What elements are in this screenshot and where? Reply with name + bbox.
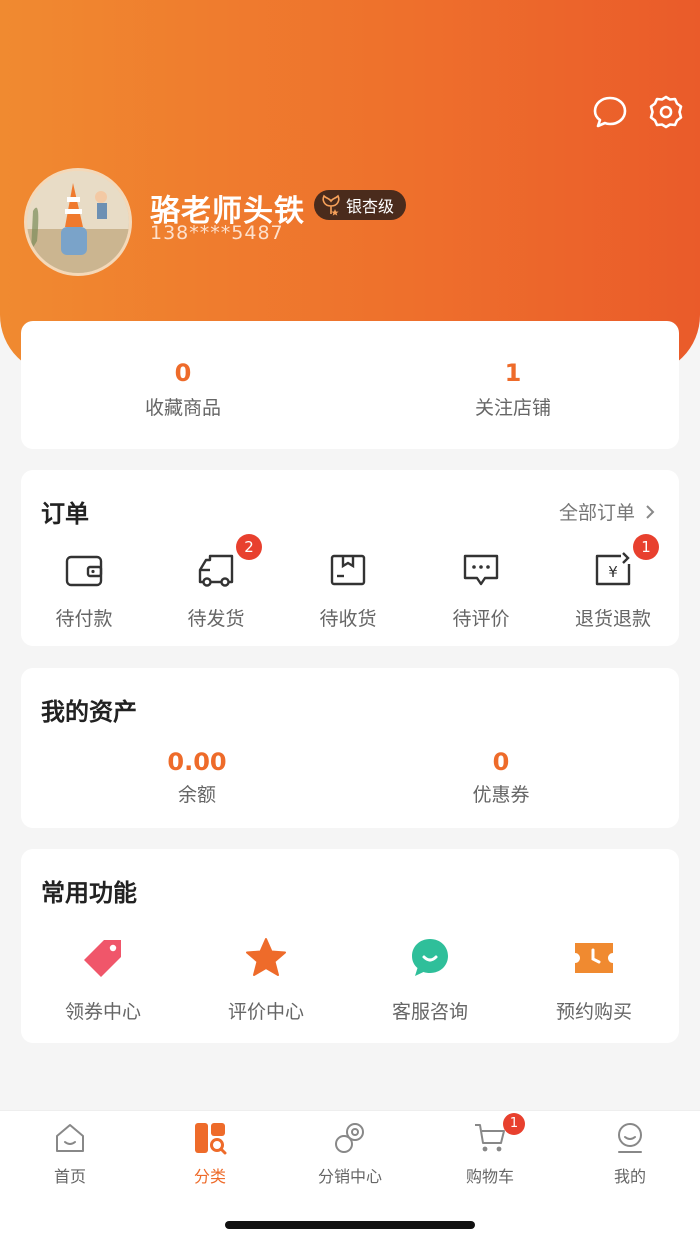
- functions-card: 常用功能 领券中心 评价中心 客服咨询 预约购买: [21, 849, 679, 1043]
- phone-number: 138****5487: [150, 222, 284, 244]
- settings-icon[interactable]: [648, 94, 684, 130]
- tab-home-label: 首页: [53, 1167, 86, 1186]
- coupon-value: 0: [492, 748, 510, 776]
- followed-stores-stat[interactable]: 1 关注店铺: [413, 359, 613, 420]
- reservation-purchase-label: 预约购买: [555, 1001, 632, 1023]
- order-pending-review-label: 待评价: [452, 608, 510, 630]
- avatar[interactable]: [24, 168, 132, 276]
- followed-stores-count: 1: [504, 359, 522, 387]
- stats-card: 0 收藏商品 1 关注店铺: [21, 321, 679, 449]
- refund-icon: ¥: [595, 552, 631, 586]
- tab-mine-label: 我的: [613, 1167, 646, 1186]
- home-icon: [56, 1124, 84, 1152]
- order-refund-label: 退货退款: [574, 608, 651, 630]
- tab-category[interactable]: 分类: [160, 1121, 260, 1187]
- customer-service[interactable]: 客服咨询: [365, 937, 495, 1024]
- balance-value: 0.00: [167, 748, 227, 776]
- orders-card: 订单 全部订单 待付款 2 待发货 待收货 待评价 ¥ 1 退货退款: [21, 470, 679, 646]
- distribution-icon: [335, 1123, 364, 1153]
- functions-title: 常用功能: [41, 879, 137, 907]
- reservation-purchase[interactable]: 预约购买: [529, 937, 659, 1024]
- balance-label: 余额: [177, 784, 216, 806]
- home-indicator: [225, 1221, 475, 1229]
- avatar-image: [27, 171, 129, 273]
- order-pending-payment-label: 待付款: [55, 608, 113, 630]
- order-pending-payment[interactable]: 待付款: [29, 550, 139, 631]
- category-icon: [195, 1123, 227, 1155]
- tab-category-label: 分类: [193, 1167, 226, 1186]
- refund-badge: 1: [633, 534, 659, 560]
- orders-title: 订单: [41, 500, 89, 528]
- cart-icon: [475, 1124, 505, 1152]
- coupon-center-label: 领券中心: [64, 1001, 141, 1023]
- favorites-count: 0: [174, 359, 192, 387]
- customer-service-label: 客服咨询: [391, 1001, 468, 1023]
- tab-home[interactable]: 首页: [20, 1121, 120, 1187]
- all-orders-label: 全部订单: [558, 502, 635, 524]
- order-pending-shipment[interactable]: 2 待发货: [161, 534, 271, 631]
- package-icon: [330, 554, 366, 586]
- comment-icon: [463, 554, 499, 586]
- order-pending-shipment-label: 待发货: [187, 608, 245, 630]
- truck-icon: [198, 554, 234, 587]
- coupon-label: 优惠券: [472, 784, 530, 806]
- coupon-stat[interactable]: 0 优惠券: [401, 748, 601, 807]
- cart-badge: 1: [503, 1113, 525, 1135]
- tab-mine[interactable]: 我的: [580, 1121, 680, 1187]
- review-center-label: 评价中心: [227, 1001, 304, 1023]
- assets-title: 我的资产: [41, 698, 137, 726]
- tab-distribution-center[interactable]: 分销中心: [300, 1121, 400, 1187]
- chevron-right-icon: [646, 504, 655, 519]
- tab-cart-label: 购物车: [465, 1167, 514, 1186]
- assets-card: 我的资产 0.00 余额 0 优惠券: [21, 668, 679, 828]
- star-icon: [246, 938, 286, 976]
- pending-shipment-badge: 2: [236, 534, 262, 560]
- favorites-label: 收藏商品: [144, 397, 221, 419]
- order-pending-receipt-label: 待收货: [319, 608, 377, 630]
- ginkgo-leaf-icon: [322, 194, 340, 216]
- wallet-icon: [65, 555, 103, 587]
- all-orders-link[interactable]: 全部订单: [559, 498, 655, 525]
- tab-distribution-center-label: 分销中心: [317, 1167, 382, 1186]
- tab-cart[interactable]: 1 购物车: [440, 1113, 540, 1187]
- order-pending-review[interactable]: 待评价: [426, 550, 536, 631]
- balance-stat[interactable]: 0.00 余额: [97, 748, 297, 807]
- order-pending-receipt[interactable]: 待收货: [293, 550, 403, 631]
- coupon-center[interactable]: 领券中心: [38, 937, 168, 1024]
- favorites-stat[interactable]: 0 收藏商品: [83, 359, 283, 420]
- followed-stores-label: 关注店铺: [474, 397, 551, 419]
- level-label: 银杏级: [346, 197, 395, 216]
- message-icon[interactable]: [592, 94, 628, 130]
- chat-bubble-icon: [412, 939, 448, 976]
- level-badge[interactable]: 银杏级: [314, 190, 407, 220]
- coupon-tag-icon: [84, 940, 121, 977]
- svg-text:¥: ¥: [608, 563, 618, 581]
- review-center[interactable]: 评价中心: [201, 937, 331, 1024]
- ticket-clock-icon: [575, 943, 613, 973]
- profile-icon: [618, 1123, 642, 1153]
- order-refund[interactable]: ¥ 1 退货退款: [558, 534, 668, 631]
